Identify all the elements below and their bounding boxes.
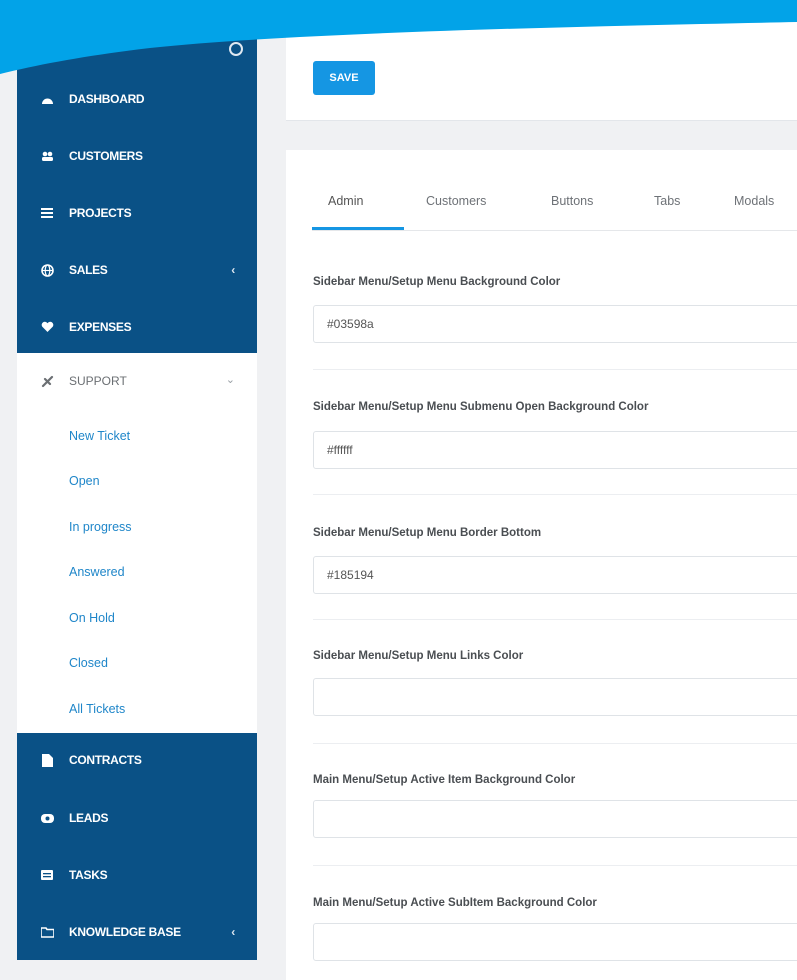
field-label: Sidebar Menu/Setup Menu Submenu Open Bac… [313, 401, 649, 413]
divider [313, 369, 797, 370]
chevron-left-icon: ‹ [231, 263, 235, 277]
users-icon [39, 148, 55, 164]
sidebar-item-projects[interactable]: PROJECTS [17, 188, 257, 238]
support-submenu: SUPPORT ⌄ New Ticket Open In progress An… [17, 353, 257, 733]
sidebar-item-label: PROJECTS [69, 206, 132, 220]
active-item-bg-color-input[interactable] [313, 800, 797, 838]
tab-modals[interactable]: Modals [734, 194, 774, 208]
support-link-all-tickets[interactable]: All Tickets [69, 702, 125, 716]
sidebar-item-support[interactable]: SUPPORT ⌄ [17, 353, 257, 409]
sidebar-item-tasks[interactable]: TASKS [17, 850, 257, 900]
links-color-input[interactable] [313, 678, 797, 716]
sidebar-item-dashboard[interactable]: DASHBOARD [17, 74, 257, 124]
support-link-open[interactable]: Open [69, 474, 100, 488]
field-label: Sidebar Menu/Setup Menu Border Bottom [313, 527, 542, 539]
sidebar-item-label: CONTRACTS [69, 753, 142, 767]
sidebar-item-label: SUPPORT [69, 374, 127, 388]
border-bottom-color-input[interactable] [313, 556, 797, 594]
sidebar-item-label: SALES [69, 263, 108, 277]
support-link-closed[interactable]: Closed [69, 656, 108, 670]
active-subitem-bg-color-input[interactable] [313, 923, 797, 961]
support-link-new-ticket[interactable]: New Ticket [69, 429, 130, 443]
tasks-icon [39, 867, 55, 883]
tab-tabs[interactable]: Tabs [654, 194, 680, 208]
sidebar: DASHBOARD CUSTOMERS PROJECTS SALES ‹ EXP… [17, 0, 257, 960]
sidebar-item-contracts[interactable]: CONTRACTS [17, 735, 257, 785]
dashboard-icon [39, 91, 55, 107]
tab-customers[interactable]: Customers [426, 194, 486, 208]
submenu-open-bg-color-input[interactable] [313, 431, 797, 469]
divider [313, 494, 797, 495]
sidebar-item-label: LEADS [69, 811, 109, 825]
sidebar-item-label: CUSTOMERS [69, 149, 143, 163]
theme-settings-panel: Admin Customers Buttons Tabs Modals Side… [286, 150, 797, 980]
sidebar-bg-color-input[interactable] [313, 305, 797, 343]
sidebar-item-label: EXPENSES [69, 320, 132, 334]
divider [313, 743, 797, 744]
save-panel: SAVE [286, 0, 797, 121]
chevron-down-icon: ⌄ [225, 374, 235, 386]
support-link-in-progress[interactable]: In progress [69, 520, 132, 534]
divider [313, 619, 797, 620]
support-link-on-hold[interactable]: On Hold [69, 611, 115, 625]
active-tab-indicator [312, 227, 404, 230]
ticket-icon [39, 373, 55, 389]
support-link-answered[interactable]: Answered [69, 565, 125, 579]
sidebar-item-label: DASHBOARD [69, 92, 145, 106]
settings-tabs: Admin Customers Buttons Tabs Modals [312, 182, 797, 231]
sidebar-user-row [17, 38, 257, 68]
file-icon [39, 752, 55, 768]
sidebar-user-icon[interactable] [229, 42, 243, 56]
divider [313, 865, 797, 866]
list-icon [39, 205, 55, 221]
field-label: Sidebar Menu/Setup Menu Links Color [313, 650, 524, 662]
tab-admin[interactable]: Admin [328, 194, 363, 208]
chevron-left-icon: ‹ [231, 925, 235, 939]
field-label: Main Menu/Setup Active Item Background C… [313, 774, 576, 786]
sidebar-item-knowledge-base[interactable]: KNOWLEDGE BASE ‹ [17, 907, 257, 957]
sidebar-item-customers[interactable]: CUSTOMERS [17, 131, 257, 181]
sidebar-item-label: TASKS [69, 868, 108, 882]
sidebar-item-sales[interactable]: SALES ‹ [17, 245, 257, 295]
sidebar-item-leads[interactable]: LEADS [17, 793, 257, 843]
heart-icon [39, 319, 55, 335]
tty-icon [39, 810, 55, 826]
field-label: Main Menu/Setup Active SubItem Backgroun… [313, 897, 597, 909]
save-button[interactable]: SAVE [313, 61, 375, 95]
tab-buttons[interactable]: Buttons [551, 194, 593, 208]
field-label: Sidebar Menu/Setup Menu Background Color [313, 276, 561, 288]
folder-icon [39, 924, 55, 940]
sidebar-item-label: KNOWLEDGE BASE [69, 925, 181, 939]
globe-icon [39, 262, 55, 278]
sidebar-item-expenses[interactable]: EXPENSES [17, 302, 257, 352]
